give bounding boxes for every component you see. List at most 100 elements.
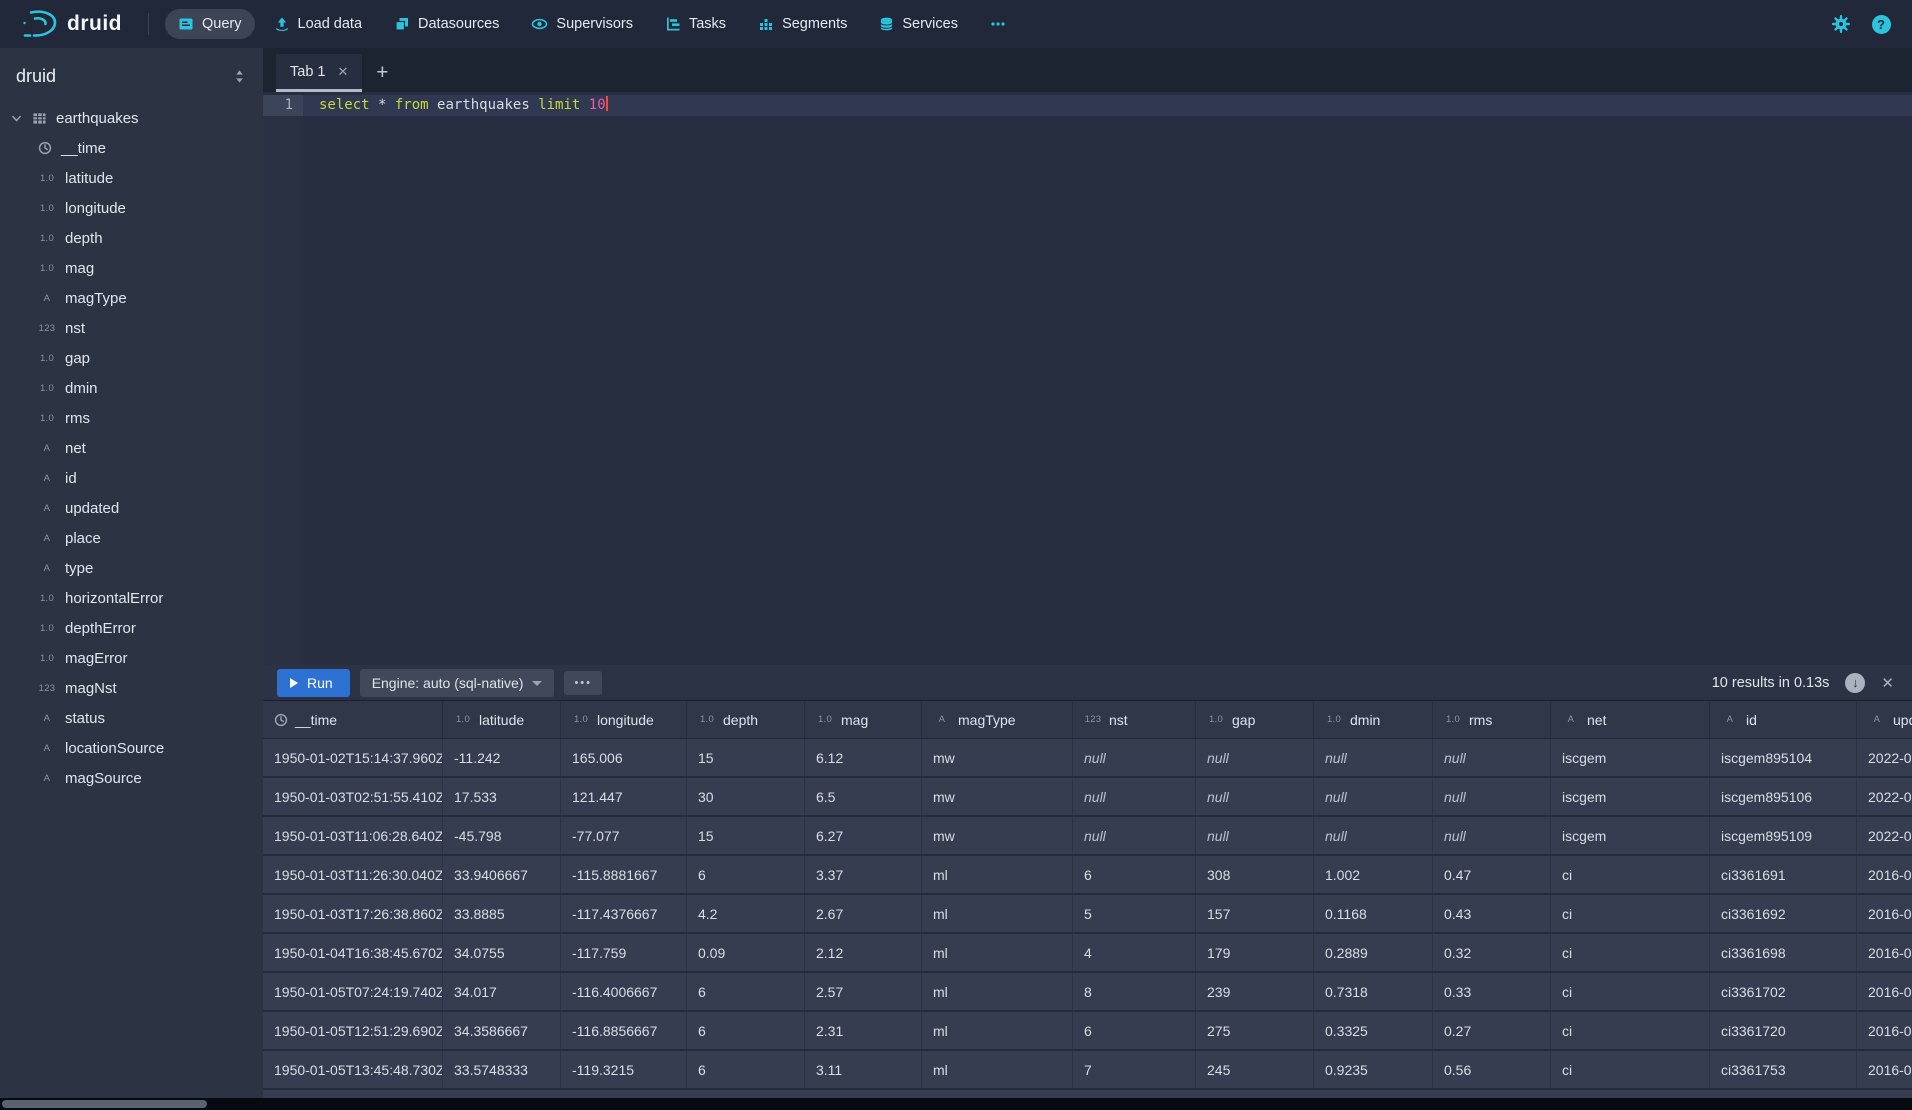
cell[interactable]: 1950-01-05T13:45:48.730Z bbox=[263, 1051, 443, 1088]
close-results-button[interactable]: ✕ bbox=[1881, 674, 1894, 692]
nav-item-query[interactable]: Query bbox=[165, 9, 255, 39]
cell[interactable]: ml bbox=[922, 895, 1073, 932]
nav-item-load-data[interactable]: Load data bbox=[261, 9, 376, 39]
column-item-id[interactable]: Aid bbox=[0, 463, 263, 493]
column-header-latitude[interactable]: 1.0latitude bbox=[443, 701, 561, 738]
cell[interactable]: 15 bbox=[687, 739, 805, 776]
cell[interactable]: 0.7318 bbox=[1314, 973, 1433, 1010]
cell[interactable]: 6 bbox=[1073, 856, 1196, 893]
column-item-nst[interactable]: 123nst bbox=[0, 313, 263, 343]
cell[interactable]: iscgem895109 bbox=[1710, 817, 1857, 854]
run-button[interactable]: Run bbox=[277, 669, 350, 697]
cell[interactable]: 1950-01-05T12:51:29.690Z bbox=[263, 1012, 443, 1049]
cell[interactable]: 2016-0 bbox=[1857, 1012, 1912, 1049]
cell[interactable]: -119.3215 bbox=[561, 1051, 687, 1088]
cell[interactable]: 2016-0 bbox=[1857, 1051, 1912, 1088]
cell[interactable]: 2022-0 bbox=[1857, 817, 1912, 854]
cell[interactable]: 2.67 bbox=[805, 895, 922, 932]
column-item-type[interactable]: Atype bbox=[0, 553, 263, 583]
cell[interactable]: 1950-01-05T07:24:19.740Z bbox=[263, 973, 443, 1010]
cell[interactable]: 165.006 bbox=[561, 739, 687, 776]
column-item-rms[interactable]: 1.0rms bbox=[0, 403, 263, 433]
cell[interactable]: ci bbox=[1551, 934, 1710, 971]
query-more-button[interactable]: ••• bbox=[564, 671, 602, 695]
cell[interactable]: 0.43 bbox=[1433, 895, 1551, 932]
nav-item-services[interactable]: Services bbox=[866, 9, 971, 39]
cell[interactable]: null bbox=[1314, 817, 1433, 854]
cell[interactable]: iscgem895104 bbox=[1710, 739, 1857, 776]
cell[interactable]: 2016-0 bbox=[1857, 934, 1912, 971]
cell[interactable]: 1950-01-03T11:26:30.040Z bbox=[263, 856, 443, 893]
cell[interactable]: 4.2 bbox=[687, 895, 805, 932]
cell[interactable]: null bbox=[1196, 778, 1314, 815]
cell[interactable]: 0.2889 bbox=[1314, 934, 1433, 971]
cell[interactable]: 275 bbox=[1196, 1012, 1314, 1049]
column-item-depthError[interactable]: 1.0depthError bbox=[0, 613, 263, 643]
nav-item-supervisors[interactable]: Supervisors bbox=[518, 9, 646, 39]
cell[interactable]: ci3361753 bbox=[1710, 1051, 1857, 1088]
column-header-updated[interactable]: Aupdated bbox=[1857, 701, 1912, 738]
cell[interactable]: null bbox=[1073, 817, 1196, 854]
nav-item-segments[interactable]: Segments bbox=[745, 9, 860, 39]
cell[interactable]: 1950-01-03T17:26:38.860Z bbox=[263, 895, 443, 932]
column-item-horizontalError[interactable]: 1.0horizontalError bbox=[0, 583, 263, 613]
cell[interactable]: ci3361702 bbox=[1710, 973, 1857, 1010]
cell[interactable]: 0.27 bbox=[1433, 1012, 1551, 1049]
cell[interactable]: ml bbox=[922, 934, 1073, 971]
cell[interactable]: 6 bbox=[1073, 1012, 1196, 1049]
cell[interactable]: ci bbox=[1551, 856, 1710, 893]
cell[interactable]: 1950-01-03T02:51:55.410Z bbox=[263, 778, 443, 815]
cell[interactable]: null bbox=[1073, 739, 1196, 776]
cell[interactable]: 34.0755 bbox=[443, 934, 561, 971]
cell[interactable]: 2022-0 bbox=[1857, 778, 1912, 815]
cell[interactable]: -11.242 bbox=[443, 739, 561, 776]
cell[interactable]: 33.8885 bbox=[443, 895, 561, 932]
cell[interactable]: null bbox=[1196, 739, 1314, 776]
cell[interactable]: ci bbox=[1551, 973, 1710, 1010]
cell[interactable]: iscgem bbox=[1551, 817, 1710, 854]
column-header-rms[interactable]: 1.0rms bbox=[1433, 701, 1551, 738]
cell[interactable]: 157 bbox=[1196, 895, 1314, 932]
horizontal-scrollbar[interactable] bbox=[0, 1098, 1912, 1110]
column-item-status[interactable]: Astatus bbox=[0, 703, 263, 733]
cell[interactable]: 34.3586667 bbox=[443, 1012, 561, 1049]
cell[interactable]: -116.4006667 bbox=[561, 973, 687, 1010]
cell[interactable]: 0.1168 bbox=[1314, 895, 1433, 932]
cell[interactable]: 2016-0 bbox=[1857, 973, 1912, 1010]
column-header-net[interactable]: Anet bbox=[1551, 701, 1710, 738]
cell[interactable]: 2016-0 bbox=[1857, 856, 1912, 893]
cell[interactable]: 2.57 bbox=[805, 973, 922, 1010]
cell[interactable]: -117.4376667 bbox=[561, 895, 687, 932]
nav-item-more[interactable] bbox=[977, 9, 1019, 39]
cell[interactable]: -115.8881667 bbox=[561, 856, 687, 893]
column-item-dmin[interactable]: 1.0dmin bbox=[0, 373, 263, 403]
cell[interactable]: 0.3325 bbox=[1314, 1012, 1433, 1049]
column-item-latitude[interactable]: 1.0latitude bbox=[0, 163, 263, 193]
cell[interactable]: 6 bbox=[687, 1012, 805, 1049]
cell[interactable]: -116.8856667 bbox=[561, 1012, 687, 1049]
cell[interactable]: 1.002 bbox=[1314, 856, 1433, 893]
column-item-depth[interactable]: 1.0depth bbox=[0, 223, 263, 253]
cell[interactable]: -45.798 bbox=[443, 817, 561, 854]
cell[interactable]: 1950-01-02T15:14:37.960Z bbox=[263, 739, 443, 776]
cell[interactable]: ci bbox=[1551, 1051, 1710, 1088]
settings-button[interactable] bbox=[1828, 11, 1854, 37]
cell[interactable]: 0.9235 bbox=[1314, 1051, 1433, 1088]
cell[interactable]: null bbox=[1196, 817, 1314, 854]
cell[interactable]: 4 bbox=[1073, 934, 1196, 971]
cell[interactable]: ml bbox=[922, 1012, 1073, 1049]
cell[interactable]: 15 bbox=[687, 817, 805, 854]
column-item-net[interactable]: Anet bbox=[0, 433, 263, 463]
column-item-gap[interactable]: 1.0gap bbox=[0, 343, 263, 373]
cell[interactable]: null bbox=[1314, 778, 1433, 815]
scrollbar-thumb[interactable] bbox=[2, 1100, 207, 1108]
cell[interactable]: mw bbox=[922, 739, 1073, 776]
nav-item-datasources[interactable]: Datasources bbox=[381, 9, 512, 39]
schema-selector[interactable]: druid bbox=[0, 48, 263, 101]
column-header-__time[interactable]: __time bbox=[263, 701, 443, 738]
cell[interactable]: 6.12 bbox=[805, 739, 922, 776]
cell[interactable]: null bbox=[1073, 778, 1196, 815]
column-item-magSource[interactable]: AmagSource bbox=[0, 763, 263, 793]
cell[interactable]: -117.759 bbox=[561, 934, 687, 971]
cell[interactable]: ml bbox=[922, 973, 1073, 1010]
